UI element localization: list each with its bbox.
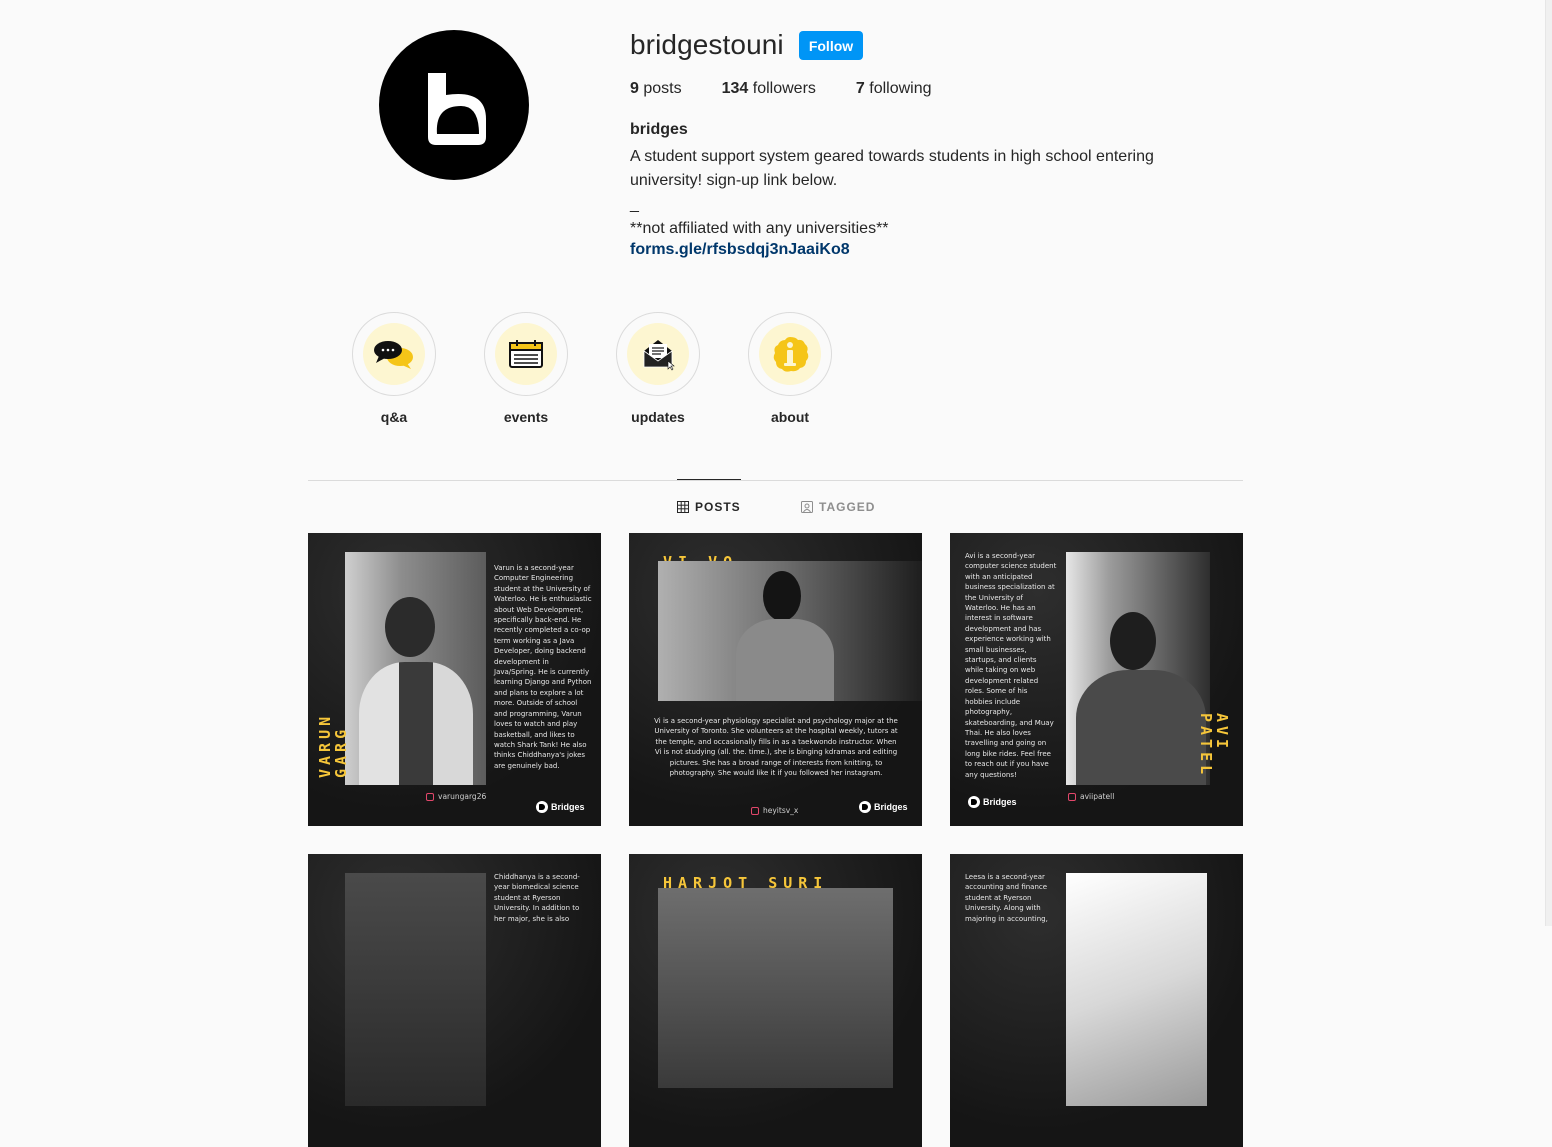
full-name: bridges	[630, 121, 688, 138]
post-person-name: VARUN GARG	[316, 712, 350, 778]
scrollbar[interactable]	[1545, 0, 1552, 926]
stat-label: followers	[752, 80, 816, 97]
post-photo	[345, 873, 486, 1106]
bio-link[interactable]: forms.gle/rfsbsdqj3nJaaiKo8	[630, 241, 850, 259]
instagram-icon	[426, 792, 434, 801]
post-photo	[658, 888, 893, 1088]
highlight-updates[interactable]: updates	[603, 312, 713, 425]
follow-button[interactable]: Follow	[799, 31, 863, 60]
tab-label: POSTS	[695, 500, 741, 514]
post-person-name: AVI PATEL	[1197, 713, 1231, 779]
highlight-ring	[616, 312, 700, 396]
profile-stats: 9 posts 134 followers 7 following	[630, 80, 972, 98]
active-tab-indicator	[677, 479, 741, 480]
post-caption: Vi is a second-year physiology specialis…	[654, 717, 898, 778]
instagram-icon	[751, 806, 759, 815]
info-icon	[773, 337, 809, 372]
post-caption: Chiddhanya is a second-year biomedical s…	[494, 873, 580, 923]
stat-number: 7	[855, 80, 865, 97]
chat-bubbles-icon	[374, 341, 413, 369]
highlight-label: updates	[631, 409, 685, 425]
highlight-ring	[748, 312, 832, 396]
bridges-logo-icon	[428, 73, 486, 145]
highlight-about[interactable]: about	[735, 312, 845, 425]
highlight-ring	[352, 312, 436, 396]
tagged-person-icon	[801, 501, 813, 513]
followers-link[interactable]: 134 followers	[722, 80, 816, 98]
tab-label: TAGGED	[819, 500, 876, 514]
post-brand: Bridges	[536, 801, 585, 813]
envelope-icon	[643, 340, 675, 371]
post-tile[interactable]: Chiddhanya is a second-year biomedical s…	[308, 854, 601, 1147]
post-photo	[1066, 873, 1207, 1106]
stat-label: posts	[643, 80, 682, 97]
post-photo	[658, 561, 922, 701]
bridges-logo-icon	[859, 801, 871, 813]
post-tile[interactable]: VI VO Vi is a second-year physiology spe…	[629, 533, 922, 826]
calendar-icon	[509, 340, 543, 368]
highlight-qa[interactable]: q&a	[339, 312, 449, 425]
highlight-events[interactable]: events	[471, 312, 581, 425]
post-brand: Bridges	[968, 796, 1017, 808]
post-caption: Leesa is a second-year accounting and fi…	[965, 873, 1048, 923]
post-tile[interactable]: Avi is a second-year computer science st…	[950, 533, 1243, 826]
post-handle: varungarg26	[426, 792, 486, 801]
post-caption: Varun is a second-year Computer Engineer…	[494, 564, 592, 770]
tabs-divider	[308, 480, 1243, 481]
username: bridgestouni	[630, 29, 784, 60]
following-link[interactable]: 7 following	[856, 80, 932, 98]
post-handle: aviipatell	[1068, 792, 1114, 801]
tab-posts[interactable]: POSTS	[677, 500, 741, 514]
post-caption: Avi is a second-year computer science st…	[965, 552, 1057, 779]
bridges-logo-icon	[968, 796, 980, 808]
post-tile[interactable]: Leesa is a second-year accounting and fi…	[950, 854, 1243, 1147]
post-tile[interactable]: Varun is a second-year Computer Engineer…	[308, 533, 601, 826]
tab-tagged[interactable]: TAGGED	[801, 500, 875, 514]
grid-icon	[677, 501, 689, 513]
post-tile[interactable]: HARJOT SURI	[629, 854, 922, 1147]
stat-label: following	[869, 80, 932, 97]
post-brand: Bridges	[859, 801, 908, 813]
posts-count: 9 posts	[630, 80, 682, 98]
bridges-logo-icon	[536, 801, 548, 813]
post-photo	[1066, 552, 1210, 785]
post-handle: heyitsv_x	[751, 806, 798, 815]
post-photo	[345, 552, 486, 785]
post-person-name: HARJOT SURI	[663, 874, 829, 892]
bio-text: A student support system geared towards …	[630, 148, 1154, 237]
stat-number: 134	[721, 80, 749, 97]
stat-number: 9	[630, 80, 639, 97]
highlight-label: q&a	[380, 409, 408, 425]
highlight-label: about	[770, 409, 810, 425]
highlight-label: events	[503, 409, 549, 425]
instagram-icon	[1068, 792, 1076, 801]
profile-avatar[interactable]	[379, 30, 529, 180]
highlight-ring	[484, 312, 568, 396]
